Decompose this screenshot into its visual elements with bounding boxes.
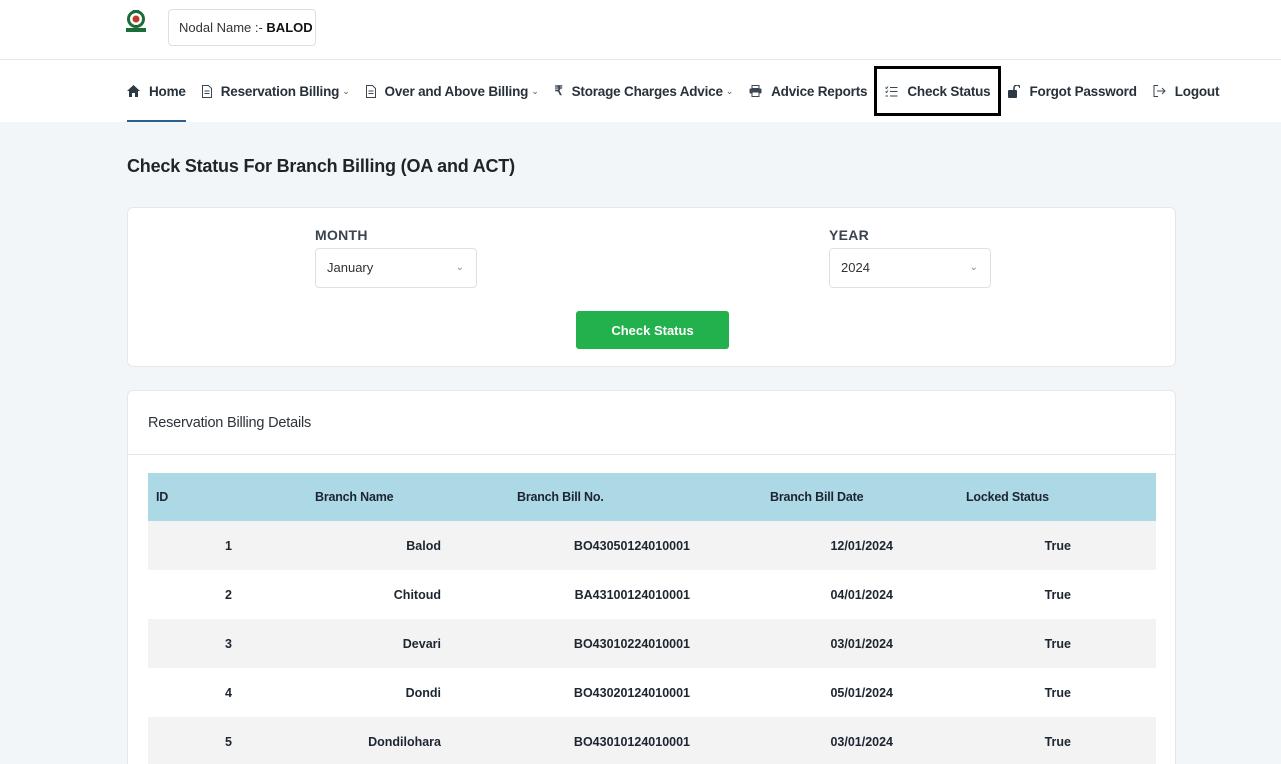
nav-forgot-password-label: Forgot Password (1029, 83, 1137, 99)
filter-card: MONTH January ⌄ YEAR 2024 ⌄ Check Status (127, 207, 1176, 367)
cell-id: 5 (148, 717, 307, 764)
nav-storage-charges-advice-label: Storage Charges Advice (571, 83, 723, 99)
nav-reservation-billing[interactable]: Reservation Billing ⌄ (201, 60, 350, 122)
cell-bill-no: BO43050124010001 (509, 521, 762, 570)
nav-reservation-billing-label: Reservation Billing (220, 83, 340, 99)
nodal-name-badge: Nodal Name :- BALOD (168, 9, 316, 46)
rupee-icon: ₹ (554, 83, 563, 98)
nodal-value: BALOD (266, 20, 313, 35)
table-row: 2 Chitoud BA43100124010001 04/01/2024 Tr… (148, 570, 1156, 619)
chevron-down-icon: ⌄ (455, 262, 464, 273)
column-header-bill-date[interactable]: Branch Bill Date (762, 473, 958, 521)
cell-id: 3 (148, 619, 307, 668)
details-divider (128, 454, 1175, 455)
document-icon (365, 84, 376, 98)
list-check-icon (885, 85, 898, 97)
cell-branch-name: Dondi (307, 668, 509, 717)
chevron-down-icon: ⌄ (531, 85, 539, 96)
main-nav: Home Reservation Billing ⌄ Over and Abov… (127, 60, 1235, 122)
cell-locked-status: True (958, 668, 1156, 717)
cell-branch-name: Balod (307, 521, 509, 570)
cell-bill-no: BA43100124010001 (509, 570, 762, 619)
cell-bill-no: BO43010224010001 (509, 619, 762, 668)
cell-bill-date: 03/01/2024 (762, 717, 958, 764)
cell-bill-no: BO43010124010001 (509, 717, 762, 764)
cell-branch-name: Devari (307, 619, 509, 668)
cell-bill-date: 05/01/2024 (762, 668, 958, 717)
cell-id: 1 (148, 521, 307, 570)
column-header-bill-no[interactable]: Branch Bill No. (509, 473, 762, 521)
cell-bill-date: 12/01/2024 (762, 521, 958, 570)
nav-storage-charges-advice[interactable]: ₹ Storage Charges Advice ⌄ (555, 60, 734, 122)
year-label: YEAR (829, 227, 870, 243)
cell-id: 2 (148, 570, 307, 619)
top-header: Nodal Name :- BALOD Home Reservation Bil… (0, 0, 1281, 122)
cell-bill-date: 04/01/2024 (762, 570, 958, 619)
cell-branch-name: Dondilohara (307, 717, 509, 764)
column-header-id[interactable]: ID (148, 473, 307, 521)
cell-locked-status: True (958, 619, 1156, 668)
logout-icon (1153, 85, 1166, 97)
cell-locked-status: True (958, 717, 1156, 764)
chevron-down-icon: ⌄ (969, 262, 978, 273)
column-header-locked-status[interactable]: Locked Status (958, 473, 1156, 521)
nav-logout-label: Logout (1174, 83, 1220, 99)
nav-logout[interactable]: Logout (1153, 60, 1220, 122)
nav-over-above-billing-label: Over and Above Billing (384, 83, 529, 99)
billing-table: ID Branch Name Branch Bill No. Branch Bi… (148, 473, 1156, 764)
unlock-icon (1008, 84, 1021, 98)
chevron-down-icon: ⌄ (342, 85, 350, 96)
cell-bill-date: 03/01/2024 (762, 619, 958, 668)
printer-icon (749, 85, 762, 97)
nav-home[interactable]: Home (127, 60, 186, 122)
logo-icon (126, 10, 146, 32)
table-row: 1 Balod BO43050124010001 12/01/2024 True (148, 521, 1156, 570)
details-card: Reservation Billing Details ID Branch Na… (127, 390, 1176, 764)
month-select[interactable]: January ⌄ (315, 248, 477, 288)
table-row: 3 Devari BO43010224010001 03/01/2024 Tru… (148, 619, 1156, 668)
chevron-down-icon: ⌄ (725, 85, 734, 96)
cell-branch-name: Chitoud (307, 570, 509, 619)
table-row: 4 Dondi BO43020124010001 05/01/2024 True (148, 668, 1156, 717)
nodal-label: Nodal Name :- (179, 20, 267, 35)
cell-locked-status: True (958, 570, 1156, 619)
table-header-row: ID Branch Name Branch Bill No. Branch Bi… (148, 473, 1156, 521)
nav-home-label: Home (149, 83, 186, 99)
nav-over-above-billing[interactable]: Over and Above Billing ⌄ (365, 60, 539, 122)
month-label: MONTH (315, 227, 368, 243)
nav-check-status[interactable]: Check Status (874, 66, 1002, 116)
document-icon (201, 84, 212, 98)
page-title: Check Status For Branch Billing (OA and … (127, 156, 515, 176)
column-header-branch-name[interactable]: Branch Name (307, 473, 509, 521)
year-select-value: 2024 (841, 260, 870, 275)
month-select-value: January (327, 260, 374, 275)
cell-locked-status: True (958, 521, 1156, 570)
check-status-button[interactable]: Check Status (576, 311, 729, 349)
nav-forgot-password[interactable]: Forgot Password (1008, 60, 1137, 122)
table-row: 5 Dondilohara BO43010124010001 03/01/202… (148, 717, 1156, 764)
cell-id: 4 (148, 668, 307, 717)
nav-check-status-label: Check Status (907, 83, 991, 99)
nav-advice-reports-label: Advice Reports (771, 83, 868, 99)
home-icon (127, 85, 140, 97)
nav-advice-reports[interactable]: Advice Reports (749, 60, 868, 122)
details-title: Reservation Billing Details (148, 415, 312, 431)
year-select[interactable]: 2024 ⌄ (829, 248, 991, 288)
cell-bill-no: BO43020124010001 (509, 668, 762, 717)
